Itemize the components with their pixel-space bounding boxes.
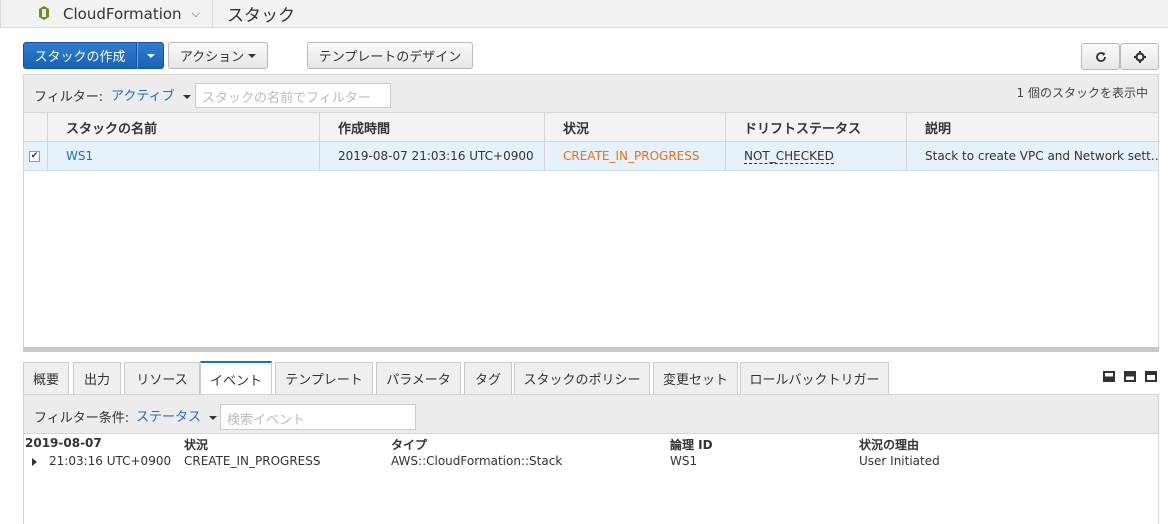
chevron-down-icon [248, 53, 257, 58]
tab-outputs[interactable]: 出力 [73, 362, 121, 394]
event-status: CREATE_IN_PROGRESS [184, 454, 321, 468]
cell-drift: NOT_CHECKED [725, 142, 906, 170]
table-row[interactable]: ✔ WS1 2019-08-07 21:03:16 UTC+0900 CREAT… [24, 142, 1160, 171]
chevron-down-icon: ⌵ [191, 6, 200, 20]
event-logical-id: WS1 [670, 454, 698, 468]
header-status[interactable]: 状況 [544, 113, 725, 141]
tab-overview[interactable]: 概要 [23, 362, 69, 394]
cell-description: Stack to create VPC and Network sett… [906, 142, 1160, 170]
header-description[interactable]: 説明 [906, 113, 1160, 141]
tab-template[interactable]: テンプレート [275, 362, 373, 394]
events-panel: フィルター条件: ステータス 検索イベント 2019-08-07 状況 タイプ … [23, 394, 1159, 524]
filter-bar: フィルター: アクティブ スタックの名前でフィルター 1 個のスタックを表示中 [24, 75, 1158, 113]
breadcrumb: スタック [227, 6, 295, 26]
events-logical-id-header: 論理 ID [670, 438, 713, 452]
cell-created: 2019-08-07 21:03:16 UTC+0900 [319, 142, 544, 170]
create-stack-label: スタックの作成 [34, 50, 126, 65]
header-drift[interactable]: ドリフトステータス [725, 113, 906, 141]
panel-splitter[interactable] [23, 347, 1159, 352]
refresh-icon [1095, 51, 1106, 62]
tab-stack-policy[interactable]: スタックのポリシー [514, 362, 650, 394]
tab-change-sets[interactable]: 変更セット [653, 362, 738, 394]
filter-label: フィルター: [34, 90, 104, 105]
cloudformation-logo-icon [39, 5, 49, 20]
tab-tags[interactable]: タグ [464, 362, 512, 394]
chevron-down-icon [182, 94, 191, 99]
events-filter-dropdown[interactable]: ステータス [136, 406, 218, 425]
header-select [24, 113, 47, 141]
layout-top-icon[interactable] [1145, 371, 1157, 382]
events-reason-header: 状況の理由 [859, 438, 920, 452]
header-stack-name[interactable]: スタックの名前 [47, 113, 319, 141]
events-filter-label: フィルター条件: [34, 411, 130, 426]
filter-value: アクティブ [111, 89, 175, 104]
service-bar: CloudFormation ⌵ スタック [0, 0, 1168, 28]
template-design-button[interactable]: テンプレートのデザイン [307, 42, 473, 69]
events-search-input[interactable]: 検索イベント [220, 404, 416, 430]
events-filter-bar: フィルター条件: ステータス 検索イベント [24, 395, 1158, 434]
expand-row-icon[interactable] [32, 458, 37, 466]
event-reason: User Initiated [859, 454, 940, 468]
tab-resources[interactable]: リソース [124, 362, 200, 394]
refresh-button[interactable] [1081, 43, 1120, 70]
create-stack-button[interactable]: スタックの作成 [23, 42, 137, 69]
chevron-down-icon [209, 415, 218, 420]
table-header: スタックの名前 作成時間 状況 ドリフトステータス 説明 [24, 113, 1158, 142]
row-select-cell[interactable]: ✔ [24, 142, 47, 170]
actions-label: アクション [179, 50, 245, 65]
filter-dropdown[interactable]: アクティブ [111, 85, 191, 104]
stack-count: 1 個のスタックを表示中 [1016, 86, 1148, 100]
layout-split-icon[interactable] [1124, 371, 1136, 382]
tab-events[interactable]: イベント [200, 361, 272, 395]
events-search-placeholder: 検索イベント [227, 413, 306, 428]
events-type-header: タイプ [391, 438, 428, 452]
template-design-label: テンプレートのデザイン [318, 50, 462, 65]
create-stack-dropdown[interactable] [137, 42, 164, 69]
events-date-header: 2019-08-07 [25, 436, 102, 450]
header-created[interactable]: 作成時間 [319, 113, 544, 141]
settings-button[interactable] [1120, 43, 1159, 70]
stack-name-filter-input[interactable]: スタックの名前でフィルター [195, 83, 391, 108]
layout-bottom-icon[interactable] [1103, 371, 1115, 382]
events-status-header: 状況 [184, 438, 209, 452]
chevron-down-icon [146, 53, 155, 58]
events-filter-value: ステータス [136, 410, 202, 425]
gear-icon [1133, 50, 1146, 63]
event-time: 21:03:16 UTC+0900 [49, 454, 172, 468]
tab-rollback-triggers[interactable]: ロールバックトリガー [740, 362, 889, 394]
checkbox-checked-icon[interactable]: ✔ [29, 150, 40, 162]
service-switcher[interactable]: CloudFormation ⌵ [0, 0, 212, 28]
tab-parameters[interactable]: パラメータ [376, 362, 461, 394]
cell-status: CREATE_IN_PROGRESS [544, 142, 725, 170]
actions-button[interactable]: アクション [168, 42, 268, 69]
service-name: CloudFormation [63, 4, 182, 23]
drift-status[interactable]: NOT_CHECKED [744, 149, 834, 164]
stack-name-link[interactable]: WS1 [66, 149, 93, 163]
filter-placeholder: スタックの名前でフィルター [202, 91, 371, 106]
status-text: CREATE_IN_PROGRESS [563, 149, 700, 163]
cell-stack-name[interactable]: WS1 [47, 142, 319, 170]
stacks-panel: フィルター: アクティブ スタックの名前でフィルター 1 個のスタックを表示中 … [23, 74, 1160, 350]
event-type: AWS::CloudFormation::Stack [391, 454, 563, 468]
